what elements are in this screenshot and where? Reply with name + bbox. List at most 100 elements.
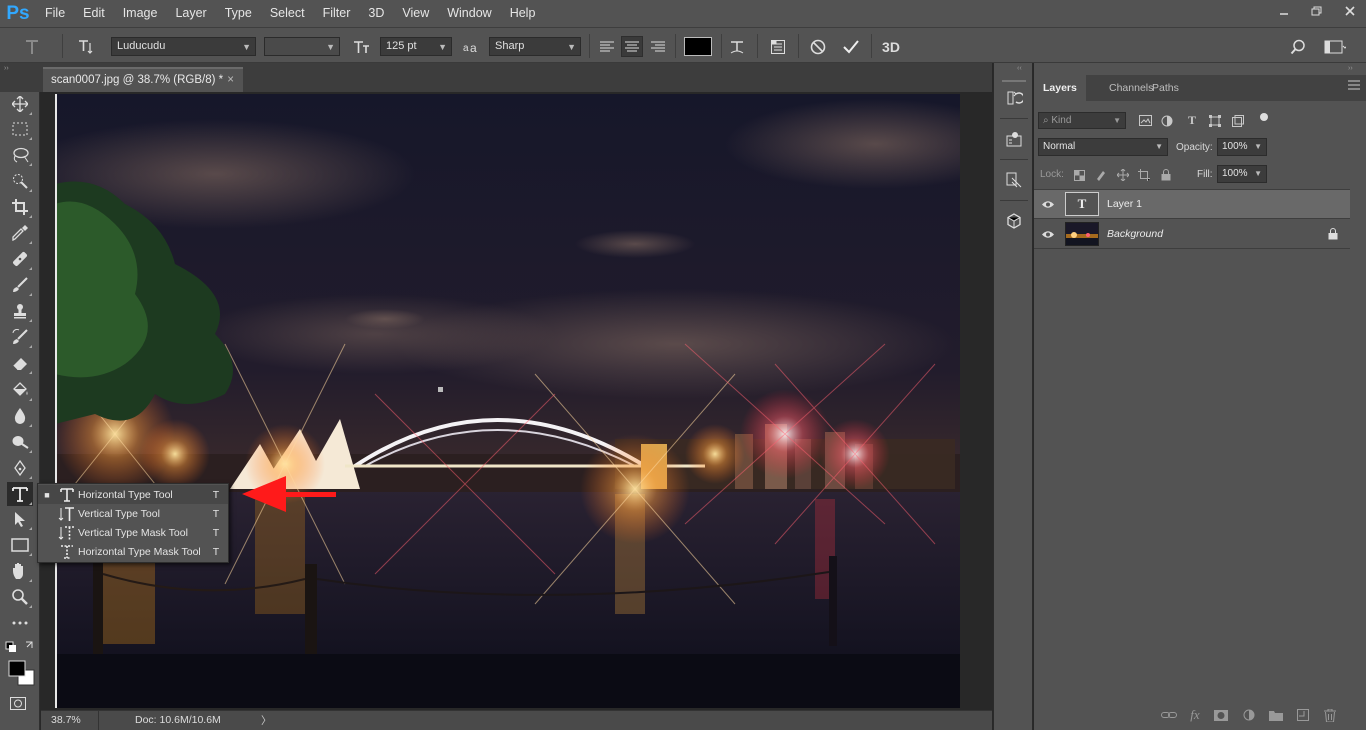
history-icon[interactable] [1000, 84, 1028, 112]
align-right-icon[interactable] [647, 36, 669, 57]
tool-crop-icon[interactable] [7, 195, 33, 219]
tool-preset-icon[interactable] [20, 36, 44, 57]
menu-select[interactable]: Select [261, 0, 314, 27]
layer-style-icon[interactable]: fx [1186, 707, 1204, 723]
filter-pixel-icon[interactable] [1136, 112, 1154, 129]
align-left-icon[interactable] [596, 36, 618, 57]
shortcut-key: T [212, 488, 220, 501]
delete-layer-icon[interactable] [1321, 707, 1339, 723]
three-d-panel-icon[interactable] [1000, 207, 1028, 235]
restore-icon[interactable] [1300, 0, 1333, 22]
panel-menu-icon[interactable] [1348, 80, 1360, 90]
tool-quick-select-icon[interactable] [7, 169, 33, 193]
tool-brush-icon[interactable] [7, 273, 33, 297]
tool-dodge-icon[interactable] [7, 430, 33, 454]
new-layer-icon[interactable] [1294, 708, 1312, 722]
workspace-icon[interactable] [1320, 36, 1350, 57]
filter-shape-icon[interactable] [1206, 112, 1224, 129]
collapse-dock-icon[interactable]: ‹‹ [1017, 65, 1022, 72]
filter-toggle-icon[interactable] [1257, 110, 1271, 124]
new-group-icon[interactable] [1267, 708, 1285, 722]
menu-help[interactable]: Help [501, 0, 545, 27]
search-icon[interactable] [1287, 36, 1309, 57]
tool-blur-icon[interactable] [7, 404, 33, 428]
menu-image[interactable]: Image [114, 0, 167, 27]
collapse-panel-icon[interactable]: ›› [1348, 65, 1353, 72]
layer-filter-kind-select[interactable]: ⌕ Kind ▼ [1038, 112, 1126, 129]
filter-smart-object-icon[interactable] [1229, 112, 1247, 129]
commit-icon[interactable] [840, 36, 862, 57]
tool-type-icon[interactable] [7, 482, 33, 506]
fill-field[interactable]: 100% ▼ [1217, 165, 1267, 183]
tool-healing-icon[interactable] [7, 247, 33, 271]
document-tab[interactable]: scan0007.jpg @ 38.7% (RGB/8) * × [43, 67, 243, 92]
tool-path-select-icon[interactable] [7, 507, 33, 531]
font-style-select[interactable]: ▼ [264, 37, 340, 56]
menu-edit[interactable]: Edit [74, 0, 114, 27]
menu-view[interactable]: View [393, 0, 438, 27]
expand-panels-icon[interactable]: ›› [4, 65, 9, 72]
font-family-select[interactable]: Luducudu ▼ [111, 37, 256, 56]
lock-artboard-icon[interactable] [1136, 167, 1152, 183]
link-layers-icon[interactable] [1160, 708, 1178, 722]
tool-more-icon[interactable] [7, 611, 33, 635]
close-tab-icon[interactable]: × [227, 69, 234, 91]
tool-move-icon[interactable] [7, 92, 33, 116]
close-icon[interactable] [1333, 0, 1366, 22]
tool-lasso-icon[interactable] [7, 143, 33, 167]
lock-all-icon[interactable] [1158, 167, 1174, 183]
lock-transparent-icon[interactable] [1071, 167, 1087, 183]
visibility-eye-icon[interactable] [1034, 230, 1062, 239]
tool-rectangle-icon[interactable] [7, 533, 33, 557]
cancel-icon[interactable] [807, 36, 829, 57]
lock-pixels-icon[interactable] [1093, 167, 1109, 183]
minimize-icon[interactable] [1267, 0, 1300, 22]
tool-stamp-icon[interactable] [7, 299, 33, 323]
layer-row[interactable]: Background [1034, 220, 1350, 249]
text-color-swatch[interactable] [684, 37, 712, 56]
add-mask-icon[interactable] [1212, 708, 1230, 722]
tab-paths[interactable]: Paths [1143, 75, 1188, 101]
flyout-item-horizontal-type[interactable]: ■ Horizontal Type Tool T [38, 485, 228, 504]
filter-adjustment-icon[interactable] [1158, 112, 1176, 129]
tool-marquee-icon[interactable] [7, 117, 33, 141]
align-center-icon[interactable] [621, 36, 643, 57]
tool-eraser-icon[interactable] [7, 351, 33, 375]
antialias-select[interactable]: Sharp ▼ [489, 37, 581, 56]
adjustments-icon[interactable] [1000, 166, 1028, 194]
text-orientation-icon[interactable] [74, 36, 96, 57]
tool-history-brush-icon[interactable] [7, 325, 33, 349]
tab-layers[interactable]: Layers [1034, 75, 1086, 101]
lock-position-icon[interactable] [1115, 167, 1131, 183]
flyout-item-vertical-type-mask[interactable]: Vertical Type Mask Tool T [38, 523, 228, 542]
tool-eyedropper-icon[interactable] [7, 221, 33, 245]
opacity-field[interactable]: 100% ▼ [1217, 138, 1267, 156]
menu-type[interactable]: Type [216, 0, 261, 27]
filter-type-icon[interactable]: T [1183, 112, 1201, 129]
font-size-select[interactable]: 125 pt ▼ [380, 37, 452, 56]
blend-mode-select[interactable]: Normal ▼ [1038, 138, 1168, 156]
menu-file[interactable]: File [36, 0, 74, 27]
flyout-item-horizontal-type-mask[interactable]: Horizontal Type Mask Tool T [38, 542, 228, 561]
menu-3d[interactable]: 3D [359, 0, 393, 27]
visibility-eye-icon[interactable] [1034, 200, 1062, 209]
quick-mask-icon[interactable] [10, 697, 30, 713]
tool-zoom-icon[interactable] [7, 585, 33, 609]
flyout-item-vertical-type[interactable]: Vertical Type Tool T [38, 504, 228, 523]
status-menu-arrow[interactable]: 〉 [261, 713, 272, 728]
threed-button[interactable]: 3D [878, 36, 904, 57]
tool-pen-icon[interactable] [7, 456, 33, 480]
menu-filter[interactable]: Filter [314, 0, 360, 27]
zoom-level[interactable]: 38.7% [51, 714, 81, 726]
character-panel-icon[interactable] [767, 36, 789, 57]
tool-paint-bucket-icon[interactable] [7, 378, 33, 402]
color-swatches[interactable] [4, 640, 38, 688]
warp-text-icon[interactable] [727, 36, 749, 57]
layer-row[interactable]: T Layer 1 [1034, 190, 1350, 219]
menu-layer[interactable]: Layer [166, 0, 215, 27]
tool-hand-icon[interactable] [7, 559, 33, 583]
new-adjustment-icon[interactable] [1240, 708, 1258, 722]
menu-window[interactable]: Window [438, 0, 500, 27]
document-canvas[interactable] [55, 94, 960, 708]
properties-icon[interactable] [1000, 125, 1028, 153]
